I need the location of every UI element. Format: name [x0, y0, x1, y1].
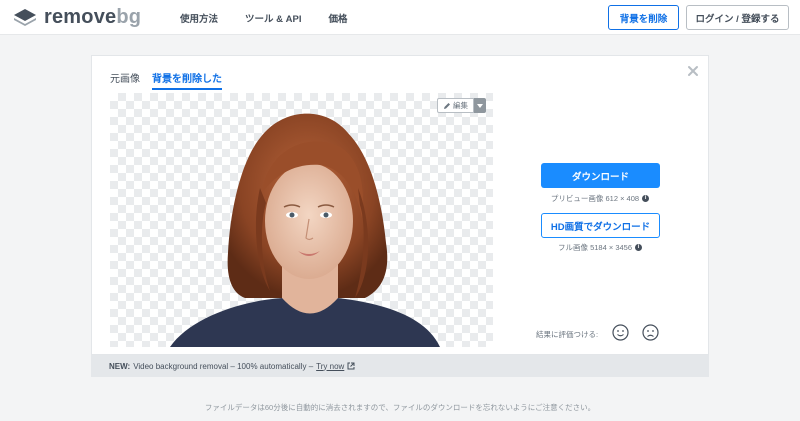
layers-logo-icon	[14, 9, 36, 26]
smile-icon[interactable]	[612, 324, 629, 341]
close-icon[interactable]	[686, 64, 700, 78]
full-size-text: フル画像 5184 × 3456	[558, 243, 632, 252]
edit-dropdown-toggle[interactable]	[474, 98, 486, 113]
hd-download-button[interactable]: HD画質でダウンロード	[541, 213, 660, 238]
external-link-icon[interactable]	[347, 362, 355, 370]
preview-size-info: プリビュー画像 612 × 408 i	[520, 193, 680, 204]
download-button[interactable]: ダウンロード	[541, 163, 660, 188]
tab-original[interactable]: 元画像	[110, 70, 140, 90]
info-icon[interactable]: i	[635, 244, 642, 251]
cutout-portrait	[170, 113, 440, 347]
pencil-icon	[444, 102, 450, 109]
edit-button[interactable]: 編集	[437, 98, 474, 113]
logo[interactable]: removebg	[13, 7, 141, 27]
result-card: 元画像 背景を削除した 編集 ダウンロード プリビュー画像 612 × 408 …	[91, 55, 709, 355]
main-nav: 使用方法 ツール & API 価格	[180, 0, 375, 35]
news-banner: NEW: Video background removal – 100% aut…	[91, 355, 709, 377]
frown-icon[interactable]	[642, 324, 659, 341]
nav-how-to-use[interactable]: 使用方法	[180, 11, 218, 25]
caret-down-icon	[477, 103, 483, 108]
nav-tools-api[interactable]: ツール & API	[245, 11, 301, 25]
login-signup-button[interactable]: ログイン / 登録する	[686, 5, 789, 30]
edit-control: 編集	[437, 98, 486, 113]
nav-pricing[interactable]: 価格	[329, 11, 348, 25]
full-size-info: フル画像 5184 × 3456 i	[520, 242, 680, 253]
preview-size-text: プリビュー画像 612 × 408	[550, 194, 640, 203]
logo-text: removebg	[44, 6, 142, 28]
remove-background-button[interactable]: 背景を削除	[608, 5, 679, 30]
banner-prefix: NEW:	[109, 361, 131, 371]
rating-label: 結果に評価つける:	[536, 330, 599, 339]
banner-text: Video background removal – 100% automati…	[133, 361, 314, 371]
auto-delete-notice: ファイルデータは60分後に自動的に消去されますので、ファイルのダウンロードを忘れ…	[204, 403, 596, 412]
result-preview: 編集	[110, 93, 493, 347]
info-icon[interactable]: i	[642, 195, 650, 202]
tab-removed-background[interactable]: 背景を削除した	[152, 70, 222, 90]
edit-label: 編集	[453, 101, 468, 110]
top-header: removebg 使用方法 ツール & API 価格 背景を削除 ログイン / …	[0, 0, 800, 35]
image-tabs: 元画像 背景を削除した	[110, 70, 234, 90]
try-now-link[interactable]: Try now	[316, 362, 344, 371]
